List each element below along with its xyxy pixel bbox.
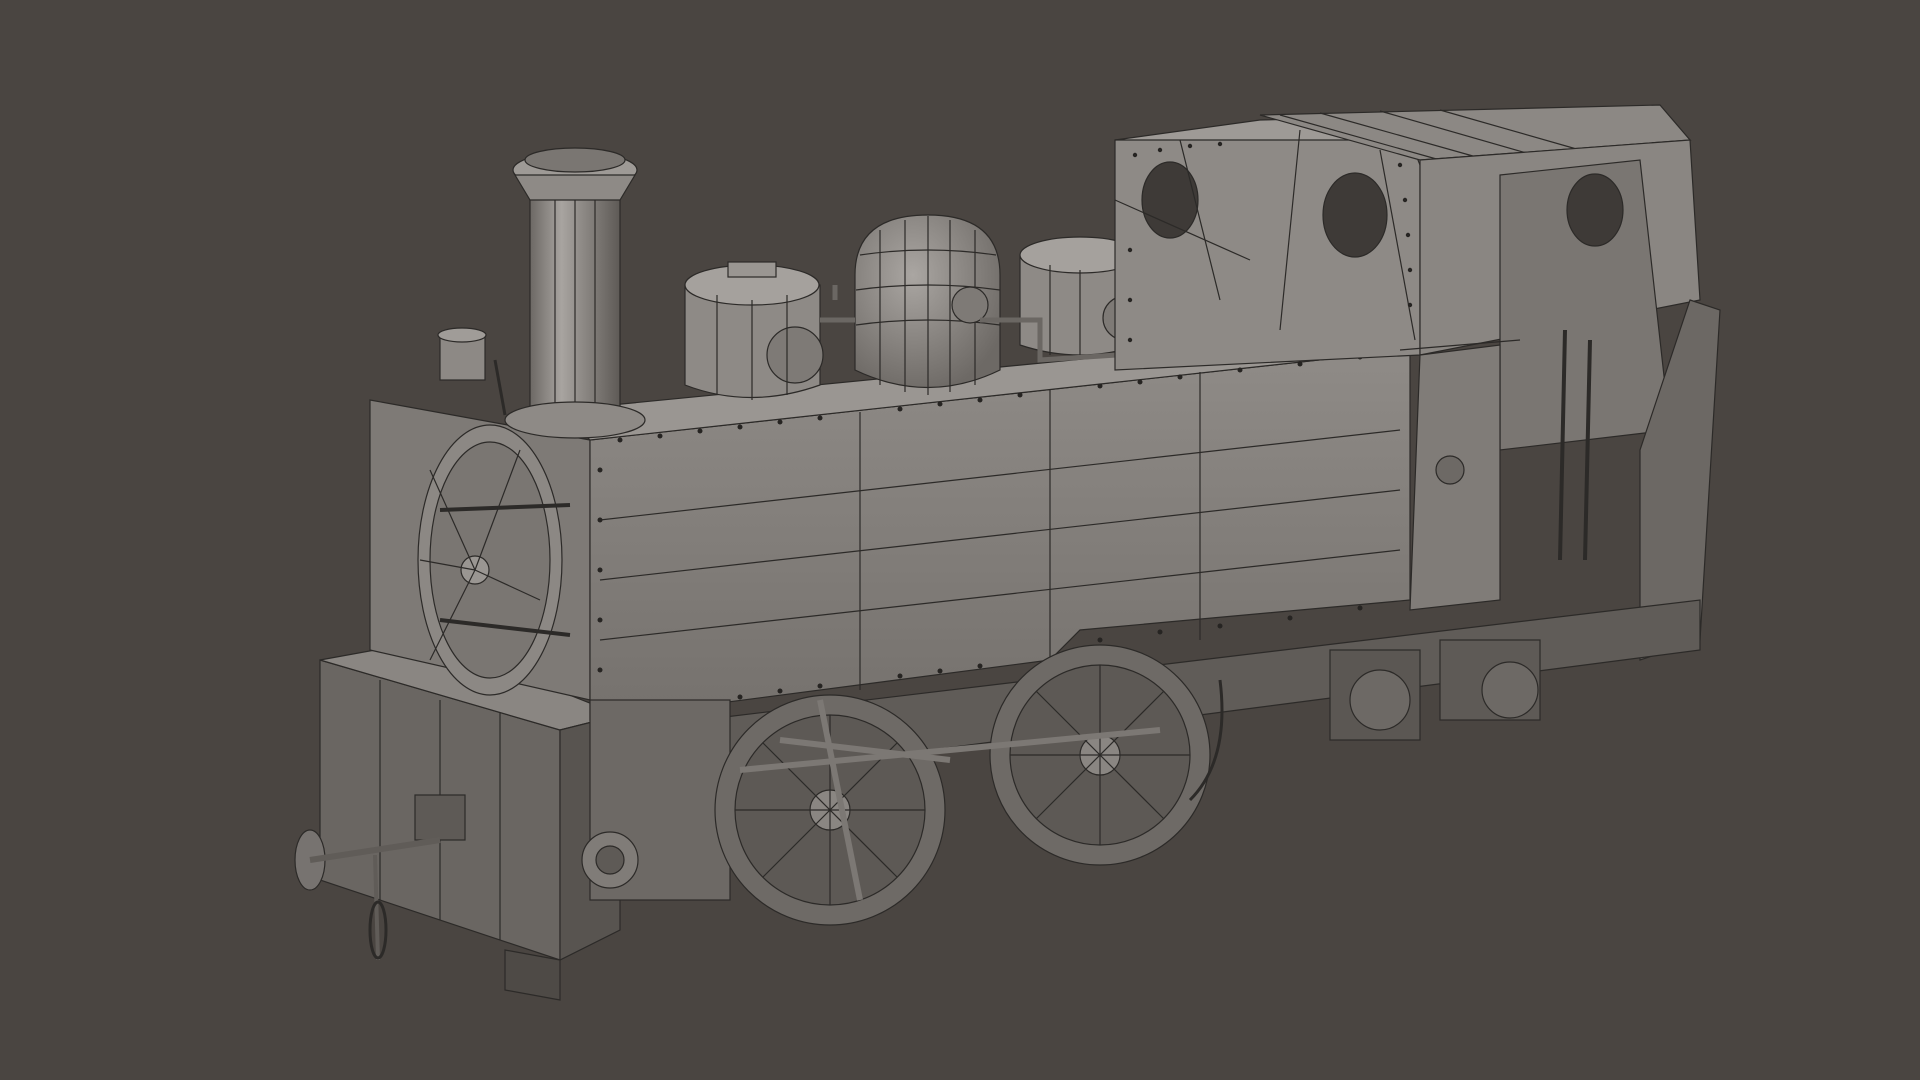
locomotive-model[interactable] xyxy=(294,104,1721,1001)
driving-wheel-rear xyxy=(989,644,1211,866)
smokebox xyxy=(369,399,591,701)
viewport-canvas xyxy=(294,104,1721,1001)
lubricator xyxy=(437,327,507,416)
3d-viewport[interactable] xyxy=(0,0,1920,1080)
sand-dome-front xyxy=(684,261,824,400)
steam-dome xyxy=(854,214,1001,395)
driving-wheel-front xyxy=(714,694,946,926)
chimney xyxy=(504,147,646,439)
